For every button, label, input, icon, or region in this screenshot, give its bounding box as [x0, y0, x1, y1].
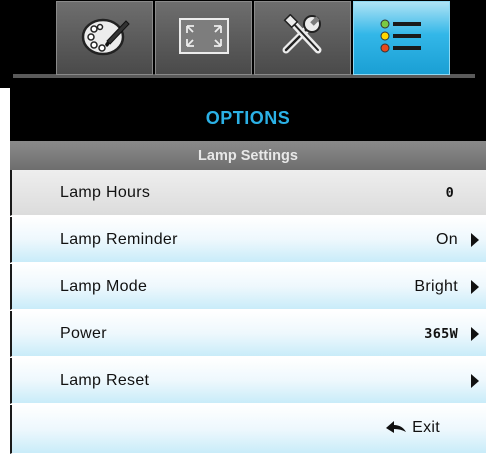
chevron-right-icon: [471, 233, 479, 247]
exit-label: Exit: [412, 419, 440, 436]
menu-item-label: Lamp Hours: [60, 184, 151, 201]
palette-icon: [79, 15, 131, 62]
tab-options[interactable]: [353, 1, 450, 75]
chevron-right-icon: [471, 374, 479, 388]
exit-button[interactable]: Exit: [384, 405, 440, 451]
tab-display[interactable]: [155, 1, 252, 75]
options-list-icon: [377, 16, 427, 61]
menu-item-label: Power: [60, 325, 107, 342]
section-header: Lamp Settings: [10, 141, 486, 170]
menu-item-value: 365W: [424, 326, 458, 342]
menu-item-lamp-reminder[interactable]: Lamp Reminder On: [10, 217, 486, 263]
menu-item-lamp-hours[interactable]: Lamp Hours 0: [10, 170, 486, 216]
menu-item-lamp-mode[interactable]: Lamp Mode Bright: [10, 264, 486, 310]
menu-item-label: Lamp Reminder: [60, 231, 178, 248]
section-title: Lamp Settings: [198, 147, 298, 164]
tab-bar: [0, 0, 486, 88]
tab-image-settings[interactable]: [56, 1, 153, 75]
tab-setup[interactable]: [254, 1, 351, 75]
menu-item-exit[interactable]: Exit: [10, 405, 486, 454]
menu-item-power[interactable]: Power 365W: [10, 311, 486, 357]
menu-item-value: On: [436, 231, 458, 248]
menu-item-value: Bright: [414, 278, 458, 295]
return-arrow-icon: [384, 418, 408, 439]
menu-item-label: Lamp Reset: [60, 372, 150, 389]
menu-item-value: 0: [445, 185, 454, 201]
tools-icon: [278, 13, 328, 63]
menu-header: OPTIONS: [10, 88, 486, 141]
screen-fit-icon: [177, 16, 231, 61]
chevron-right-icon: [471, 280, 479, 294]
chevron-right-icon: [471, 327, 479, 341]
page-title: OPTIONS: [205, 108, 291, 128]
menu-item-label: Lamp Mode: [60, 278, 148, 295]
menu-item-lamp-reset[interactable]: Lamp Reset: [10, 358, 486, 404]
